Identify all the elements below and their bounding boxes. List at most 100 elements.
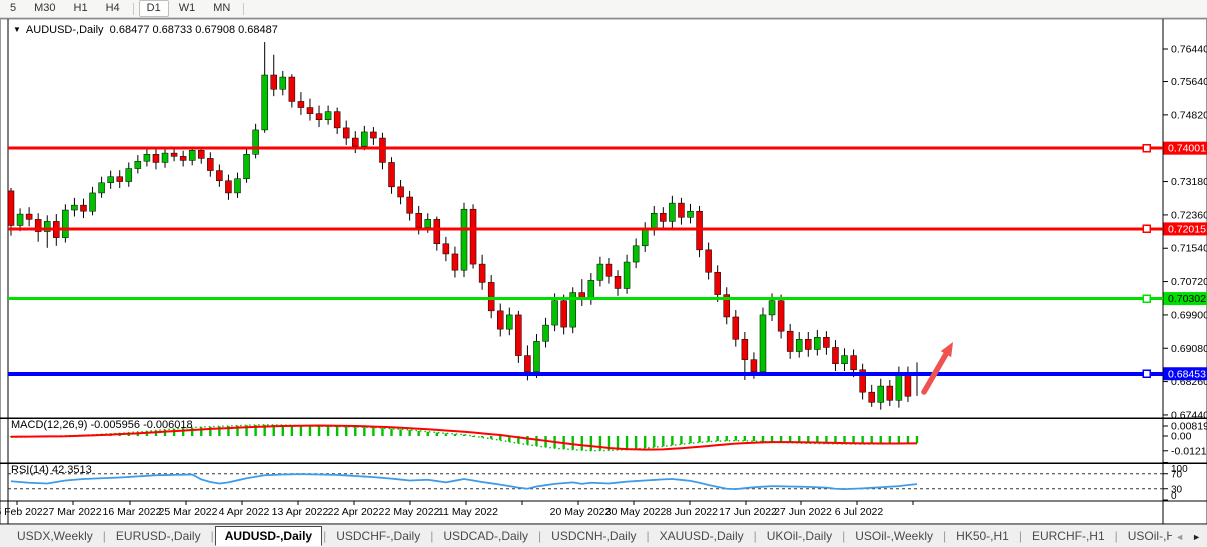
candle-body [606, 264, 612, 276]
svg-text:0.76440: 0.76440 [1171, 44, 1207, 56]
svg-text:17 Jun 2022: 17 Jun 2022 [719, 506, 777, 518]
macd-histogram-bar [662, 436, 664, 446]
svg-text:0.00: 0.00 [1171, 431, 1192, 443]
symbol-tab-xauusd-daily[interactable]: XAUUSD-,Daily [651, 527, 753, 545]
symbol-tab-eurusd-daily[interactable]: EURUSD-,Daily [107, 527, 210, 545]
symbol-tab-usdcnh-daily[interactable]: USDCNH-,Daily [542, 527, 645, 545]
macd-histogram-bar [689, 436, 691, 443]
candle-body [17, 214, 23, 225]
candle-body [334, 112, 340, 128]
candle-body [8, 191, 14, 226]
symbol-tab-hk50-h1[interactable]: HK50-,H1 [947, 527, 1018, 545]
time-axis: 25 Feb 20227 Mar 202216 Mar 202225 Mar 2… [0, 501, 913, 518]
macd-histogram-bar [635, 436, 637, 449]
candle-body [787, 331, 793, 351]
trend-arrow-annotation[interactable] [924, 342, 953, 392]
macd-histogram-bar [698, 436, 700, 442]
candle-body [425, 219, 431, 227]
symbol-tab-audusd-daily[interactable]: AUDUSD-,Daily [215, 526, 322, 546]
candle-body [117, 177, 123, 182]
candle-body [669, 203, 675, 221]
timeframe-button-h4[interactable]: H4 [98, 0, 128, 17]
svg-text:27 Jun 2022: 27 Jun 2022 [774, 506, 832, 518]
candle-body [842, 356, 848, 364]
symbol-tab-ukoil-daily[interactable]: UKOil-,Daily [758, 527, 841, 545]
macd-histogram-bar [354, 427, 356, 436]
tabs-scroll-right-icon[interactable]: ► [1192, 532, 1201, 542]
svg-text:2 May 2022: 2 May 2022 [385, 506, 440, 518]
candle-body [588, 280, 594, 298]
candle-body [497, 311, 503, 329]
symbol-tab-usdx-weekly[interactable]: USDX,Weekly [8, 527, 102, 545]
candle-body [688, 211, 694, 217]
timeframe-button-w1[interactable]: W1 [171, 0, 204, 17]
macd-histogram-bar [300, 426, 302, 436]
macd-histogram-bar [336, 426, 338, 436]
chart-ohlc-values: 0.68477 0.68733 0.67908 0.68487 [110, 24, 278, 36]
macd-histogram-bar [418, 431, 420, 436]
macd-histogram-bar [898, 436, 900, 444]
macd-histogram-bar [907, 436, 909, 443]
macd-histogram-bar [427, 432, 429, 436]
level-price-badge: 0.72015 [1164, 222, 1207, 235]
macd-histogram-bar [726, 436, 728, 441]
symbol-tab-usdcad-daily[interactable]: USDCAD-,Daily [434, 527, 537, 545]
symbol-dropdown-icon[interactable]: ▼ [13, 25, 21, 34]
candle-body [552, 301, 558, 325]
candle-body [307, 108, 313, 114]
svg-text:25 Mar 2022: 25 Mar 2022 [159, 506, 218, 518]
timeframe-button-d1[interactable]: D1 [139, 0, 169, 17]
macd-histogram-bar [345, 427, 347, 436]
timeframe-button-mn[interactable]: MN [205, 0, 238, 17]
timeframe-button-h1[interactable]: H1 [66, 0, 96, 17]
candle-body [452, 254, 458, 270]
candle-body [126, 169, 132, 182]
candle-body [434, 219, 440, 243]
candle-body [742, 339, 748, 359]
macd-histogram-bar [753, 436, 755, 441]
toolbar-divider [243, 3, 244, 15]
macd-histogram-bar [381, 428, 383, 436]
symbol-tab-eurchf-h1[interactable]: EURCHF-,H1 [1023, 527, 1114, 545]
candle-body [398, 187, 404, 197]
candle-body [832, 347, 838, 363]
macd-histogram-bar [644, 436, 646, 448]
timeframe-button-5[interactable]: 5 [2, 0, 24, 17]
candle-body [271, 75, 277, 89]
symbol-tab-usdchf-daily[interactable]: USDCHF-,Daily [327, 527, 429, 545]
candle-body [153, 154, 159, 162]
macd-histogram-bar [499, 436, 501, 440]
candle-body [615, 276, 621, 288]
tabs-scroll-left-icon[interactable]: ◄ [1175, 532, 1184, 542]
macd-histogram-bar [390, 429, 392, 436]
candle-body [533, 341, 539, 371]
candle-body [144, 154, 150, 161]
candle-body [814, 337, 820, 349]
candle-body [760, 315, 766, 372]
candle-body [225, 181, 231, 193]
candle-body [651, 213, 657, 229]
svg-text:22 Apr 2022: 22 Apr 2022 [328, 506, 385, 518]
candle-body [697, 211, 703, 250]
toolbar-divider [133, 3, 134, 15]
macd-histogram-bar [916, 436, 918, 443]
level-price-badge: 0.70302 [1164, 292, 1207, 305]
svg-text:16 Mar 2022: 16 Mar 2022 [103, 506, 162, 518]
macd-histogram-bar [590, 436, 592, 451]
macd-histogram-bar [445, 433, 447, 436]
macd-histogram-bar [716, 436, 718, 441]
macd-histogram-bar [372, 427, 374, 436]
svg-text:0.69080: 0.69080 [1171, 343, 1207, 355]
candle-body [343, 128, 349, 138]
candle-body [171, 153, 177, 156]
candle-body [624, 262, 630, 288]
macd-histogram-bar [535, 436, 537, 446]
timeframe-button-m30[interactable]: M30 [26, 0, 63, 17]
svg-text:0.70720: 0.70720 [1171, 276, 1207, 288]
candlesticks [8, 42, 920, 410]
candle-body [26, 214, 32, 219]
candle-body [543, 325, 549, 341]
symbol-tab-usoil-weekly[interactable]: USOil-,Weekly [846, 527, 942, 545]
candle-body [80, 205, 86, 211]
candle-body [244, 154, 250, 178]
